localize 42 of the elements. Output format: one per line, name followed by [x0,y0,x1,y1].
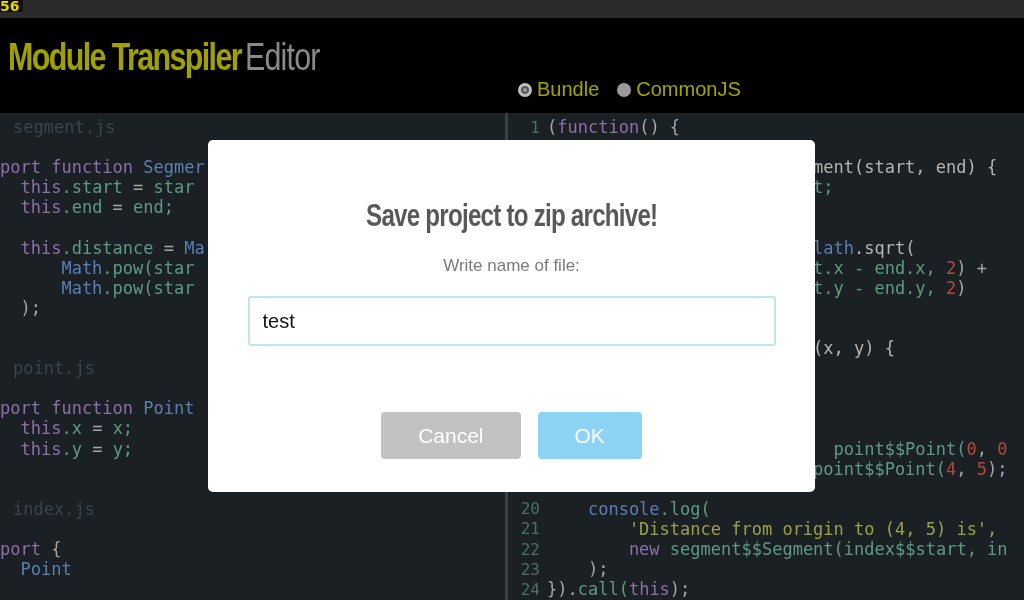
code-line: t; [813,177,834,198]
code-line: lath.sqrt( [813,237,916,258]
code-line: Point [19,559,72,580]
line-number: 22 [519,539,541,559]
code-line: t.y - end.y, 2) [813,277,967,298]
line-number: 20 [519,499,541,519]
code-line: new segment$$Segment(index$$start, in [627,539,1008,559]
code-line: }).call(this); [547,579,691,600]
radio-label[interactable]: Bundle [537,78,600,101]
dialog-title: Save project to zip archive! [365,198,658,234]
line-number: 24 [519,579,541,599]
code-line: (function() { [547,117,681,138]
code-line: this.end = end; [19,197,175,218]
radio-button[interactable] [518,82,532,97]
code-line: ); [19,297,41,318]
code-line: console.log( [586,498,711,519]
radio-button[interactable] [617,82,632,97]
code-line: point$$Point(4, 5); [813,458,1008,479]
code-line: port function Point [0,398,195,419]
code-line: this.distance = Ma [19,237,205,258]
dialog-prompt: Write name of file: [443,256,580,276]
file-name-field[interactable]: test [247,296,776,346]
radio-label[interactable]: CommonJS [636,78,741,101]
code-line: 'Distance from origin to (4, 5) is', [627,518,998,539]
code-line: port { [0,539,62,559]
line-number: 21 [519,519,541,539]
code-line: this.start = star [19,177,195,198]
code-line: this.y = y; [19,438,134,459]
code-line: Math.pow(star [60,277,195,298]
code-line: (x, y) { [813,338,895,359]
code-line: Math.pow(star [60,257,195,278]
code-line: this.x = x; [19,418,134,439]
code-line: ); [586,559,609,580]
app-title: Module Transpiler [8,36,241,79]
app-subtitle: Editor [245,36,320,79]
code-line: t.x - end.x, 2) + [813,257,988,278]
code-line: ment(start, end) { [813,157,998,178]
counter-badge: 56 [0,0,24,12]
line-number: 1 [529,117,541,137]
code-line: point$$Point(0, 0 [832,438,1008,459]
code-line: port function Segmer [0,157,205,178]
line-number: 23 [519,559,541,579]
